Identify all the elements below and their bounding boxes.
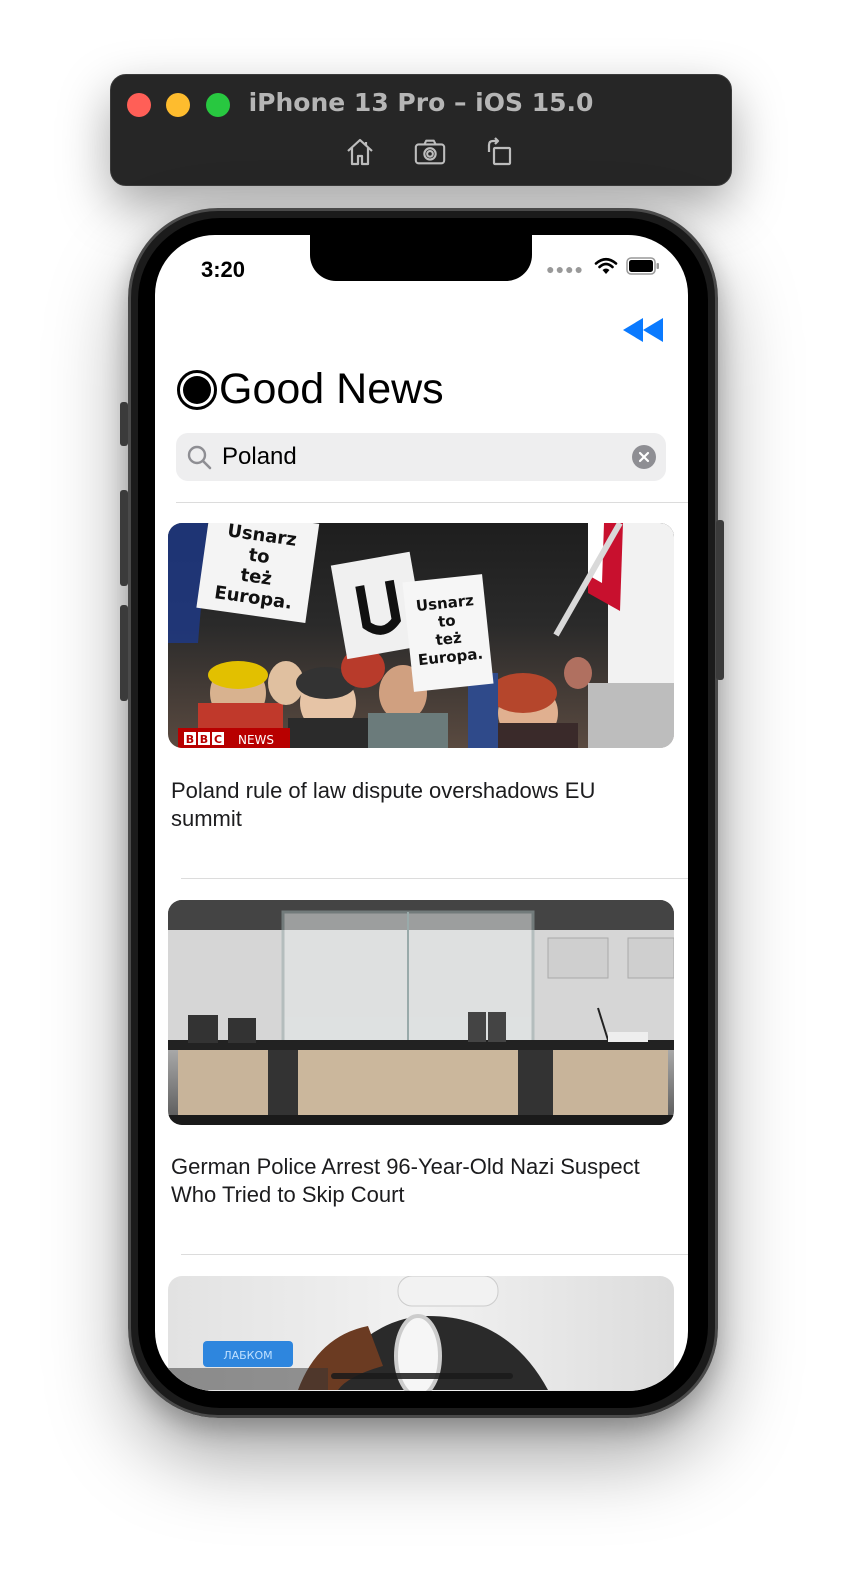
search-input[interactable] [220, 442, 632, 472]
rotate-icon[interactable] [483, 135, 517, 169]
search-bar[interactable] [176, 433, 666, 481]
wifi-icon [594, 257, 618, 280]
protest-photo: Usnarz to też Europa. Usnarz to też Euro… [168, 523, 674, 748]
simulator-tools [343, 135, 517, 169]
search-divider [176, 502, 688, 503]
record-circle-icon [177, 369, 217, 410]
volume-up-button [120, 490, 128, 586]
phone-screen: 3:20 ●●●● Good News Poland Usnarz to też… [155, 235, 688, 1391]
svg-text:B: B [186, 733, 194, 746]
power-button [716, 520, 724, 680]
battery-icon [626, 257, 660, 280]
page-title: Good News [177, 365, 444, 414]
news-title-2[interactable]: German Police Arrest 96-Year-Old Nazi Su… [171, 1153, 671, 1209]
svg-text:to: to [437, 611, 456, 631]
svg-text:to: to [247, 545, 271, 569]
home-icon[interactable] [343, 135, 377, 169]
clear-search-button[interactable] [632, 445, 656, 469]
svg-text:C: C [214, 733, 222, 746]
mute-switch [120, 402, 128, 446]
svg-text:ЛАБКОМ: ЛАБКОМ [223, 1349, 272, 1362]
rewind-icon [623, 318, 663, 342]
volume-down-button [120, 605, 128, 701]
news-image-2[interactable] [168, 900, 674, 1125]
simulator-title: iPhone 13 Pro – iOS 15.0 [248, 88, 594, 117]
news-divider-2 [181, 1254, 688, 1255]
simulator-toolbar: iPhone 13 Pro – iOS 15.0 [110, 74, 732, 186]
clear-icon [638, 451, 650, 463]
screenshot-icon[interactable] [413, 135, 447, 169]
search-icon [187, 445, 212, 470]
news-title-1[interactable]: Poland rule of law dispute overshadows E… [171, 777, 671, 833]
news-divider-1 [181, 878, 688, 879]
courtroom-photo [168, 900, 674, 1125]
notch [310, 235, 532, 281]
home-indicator[interactable] [331, 1373, 513, 1379]
status-time: 3:20 [201, 257, 246, 282]
status-icons: ●●●● [546, 257, 660, 280]
rewind-button[interactable] [620, 313, 666, 347]
cellular-dots-icon: ●●●● [546, 260, 584, 277]
svg-text:B: B [200, 733, 208, 746]
page-title-text: Good News [219, 365, 444, 413]
svg-text:NEWS: NEWS [238, 733, 274, 747]
news-image-1[interactable]: Usnarz to też Europa. Usnarz to też Euro… [168, 523, 674, 748]
